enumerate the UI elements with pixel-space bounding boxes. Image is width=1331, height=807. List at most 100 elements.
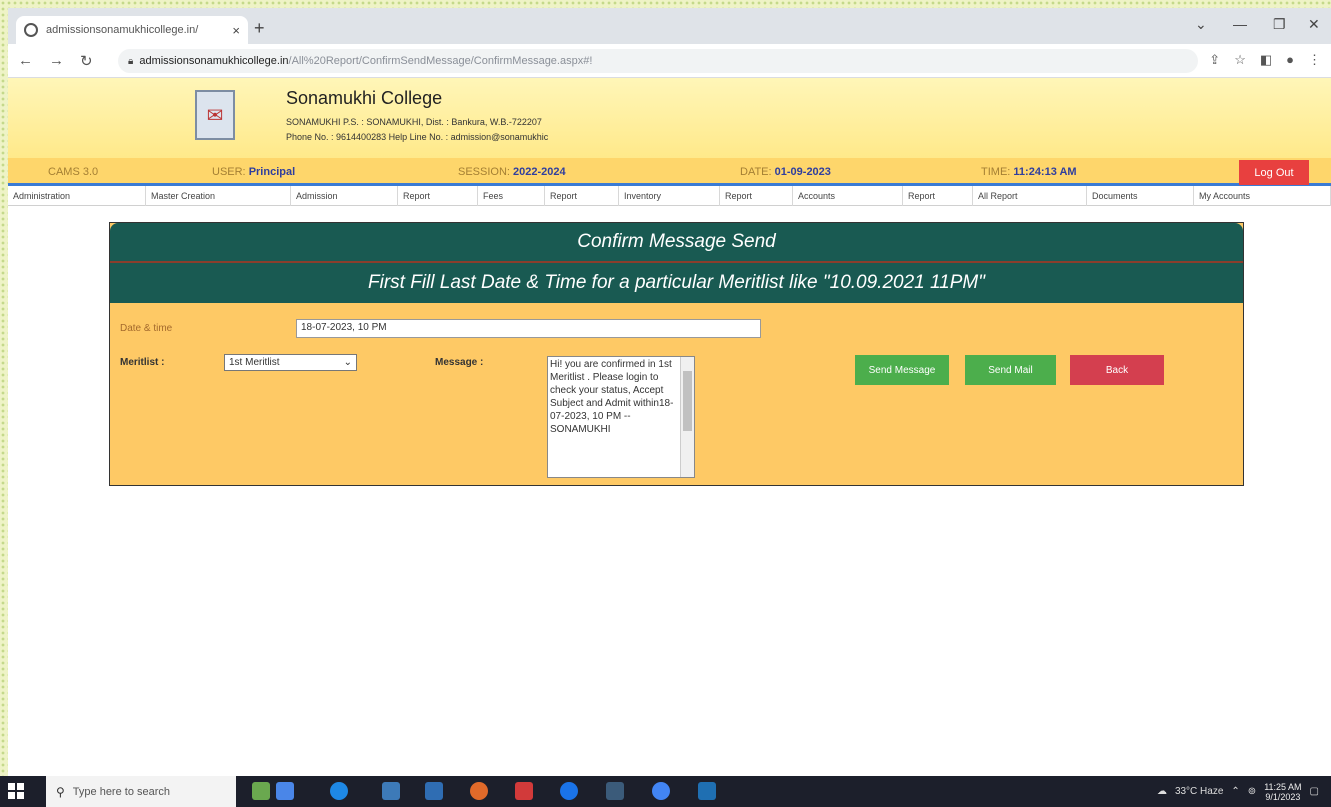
session-label: SESSION: <box>458 166 510 178</box>
date-label: DATE: <box>740 166 772 178</box>
lock-icon: 🔒︎ <box>128 55 134 67</box>
forward-arrow-icon[interactable]: → <box>49 52 64 69</box>
menu-item-admission[interactable]: Admission <box>291 186 398 206</box>
time-value: 11:24:13 AM <box>1013 166 1077 178</box>
menu-item-accounts[interactable]: Accounts <box>793 186 903 206</box>
share-icon[interactable]: ⇪ <box>1209 52 1220 68</box>
tab-search-chevron-icon[interactable]: ⌄ <box>1195 16 1207 33</box>
main-menu: Administration Master Creation Admission Re… <box>8 186 1331 206</box>
task-view-icon[interactable] <box>276 782 294 800</box>
info-bar: CAMS 3.0 USER: Principal SESSION: 2022-2… <box>8 158 1331 186</box>
date-value: 01-09-2023 <box>774 166 831 178</box>
edge-icon[interactable] <box>330 782 348 800</box>
chrome-favicon-icon <box>24 23 38 37</box>
panel-subtitle: First Fill Last Date & Time for a partic… <box>110 263 1243 303</box>
url-host: admissionsonamukhicollege.in <box>139 55 289 67</box>
clock-date: 9/1/2023 <box>1265 791 1301 802</box>
weather-icon: ☁ <box>1156 786 1167 797</box>
message-textarea[interactable]: Hi! you are confirmed in 1st Meritlist .… <box>547 356 695 478</box>
chrome-icon[interactable] <box>560 782 578 800</box>
network-icon[interactable]: ⊚ <box>1248 786 1256 797</box>
clock-time: 11:25 AM <box>1264 781 1302 792</box>
meritlist-select[interactable]: 1st Meritlist ⌄ <box>224 354 357 371</box>
address-bar[interactable]: 🔒︎ admissionsonamukhicollege.in /All%20R… <box>118 49 1198 73</box>
menu-item-inventory[interactable]: Inventory <box>619 186 720 206</box>
send-message-button[interactable]: Send Message <box>855 355 949 385</box>
college-logo: ✉ <box>195 90 235 140</box>
menu-item-report[interactable]: Report <box>903 186 973 206</box>
time-label: TIME: <box>981 166 1011 178</box>
mail-icon[interactable] <box>425 782 443 800</box>
widgets-icon[interactable] <box>252 782 270 800</box>
college-phone: Phone No. : 9614400283 Help Line No. : a… <box>286 132 549 142</box>
back-button[interactable]: Back <box>1070 355 1164 385</box>
browser-toolbar: ← → ↻ 🔒︎ admissionsonamukhicollege.in /A… <box>8 44 1331 78</box>
date-info: DATE: 01-09-2023 <box>740 166 831 178</box>
user-info: USER: Principal <box>212 166 295 178</box>
user-value: Principal <box>248 166 296 178</box>
close-window-icon[interactable]: ✕ <box>1308 16 1320 33</box>
menu-item-report[interactable]: Report <box>398 186 478 206</box>
message-text: Hi! you are confirmed in 1st Meritlist .… <box>550 359 674 435</box>
college-name: Sonamukhi College <box>286 88 443 108</box>
menu-item-administration[interactable]: Administration <box>8 186 146 206</box>
store-icon[interactable] <box>606 782 624 800</box>
menu-item-all-report[interactable]: All Report <box>973 186 1087 206</box>
browser-tab[interactable]: admissionsonamukhicollege.in/ × <box>16 16 248 44</box>
file-explorer-icon[interactable] <box>382 782 400 800</box>
menu-item-master-creation[interactable]: Master Creation <box>146 186 291 206</box>
tab-strip: admissionsonamukhicollege.in/ × + ⌄ — ❐ … <box>8 8 1331 44</box>
tab-close-icon[interactable]: × <box>232 23 240 38</box>
chrome-active-icon[interactable] <box>652 782 670 800</box>
taskbar-search[interactable]: ⚲ Type here to search <box>46 776 236 807</box>
college-header: ✉ Sonamukhi College SONAMUKHI P.S. : SON… <box>8 78 1331 158</box>
message-scrollbar[interactable] <box>680 357 694 477</box>
more-menu-icon[interactable]: ⋮ <box>1308 52 1321 68</box>
menu-item-report[interactable]: Report <box>720 186 793 206</box>
sidepanel-icon[interactable]: ◧ <box>1260 52 1272 68</box>
clock[interactable]: 11:25 AM 9/1/2023 <box>1264 782 1301 802</box>
weather-text[interactable]: 33°C Haze <box>1175 786 1223 797</box>
logout-button[interactable]: Log Out <box>1239 160 1309 185</box>
time-info: TIME: 11:24:13 AM <box>981 166 1077 178</box>
back-arrow-icon[interactable]: ← <box>18 52 33 69</box>
profile-icon[interactable]: ● <box>1286 52 1294 68</box>
datetime-label: Date & time <box>120 323 173 334</box>
notification-icon[interactable]: ▢ <box>1310 786 1319 797</box>
menu-item-fees[interactable]: Fees <box>478 186 545 206</box>
windows-start-icon[interactable] <box>8 783 24 799</box>
url-path: /All%20Report/ConfirmSendMessage/Confirm… <box>288 55 593 67</box>
browser-window: admissionsonamukhicollege.in/ × + ⌄ — ❐ … <box>8 8 1331 776</box>
menu-item-report[interactable]: Report <box>545 186 619 206</box>
search-icon: ⚲ <box>56 784 65 799</box>
college-address: SONAMUKHI P.S. : SONAMUKHI, Dist. : Bank… <box>286 117 542 127</box>
message-label: Message : <box>435 357 484 368</box>
word-icon[interactable] <box>698 782 716 800</box>
restore-icon[interactable]: ❐ <box>1273 16 1286 33</box>
reload-icon[interactable]: ↻ <box>80 52 93 70</box>
menu-item-my-accounts[interactable]: My Accounts <box>1194 186 1331 206</box>
cams-version: CAMS 3.0 <box>48 166 99 178</box>
minimize-icon[interactable]: — <box>1233 16 1247 32</box>
new-tab-icon[interactable]: + <box>254 18 265 39</box>
confirm-message-panel: Confirm Message Send First Fill Last Dat… <box>109 222 1244 486</box>
datetime-input[interactable]: 18-07-2023, 10 PM <box>296 319 761 338</box>
send-mail-button[interactable]: Send Mail <box>965 355 1056 385</box>
meritlist-label: Meritlist : <box>120 357 165 368</box>
windows-taskbar: ⚲ Type here to search ☁ 33°C Haze ⌃ ⊚ 11… <box>0 776 1331 807</box>
bookmark-star-icon[interactable]: ☆ <box>1234 52 1246 68</box>
system-tray: ☁ 33°C Haze ⌃ ⊚ 11:25 AM 9/1/2023 ▢ <box>1157 776 1319 807</box>
app-icon[interactable] <box>515 782 533 800</box>
user-label: USER: <box>212 166 246 178</box>
meritlist-selected-value: 1st Meritlist <box>229 357 280 368</box>
tab-title: admissionsonamukhicollege.in/ <box>46 24 199 36</box>
tray-chevron-icon[interactable]: ⌃ <box>1231 786 1239 797</box>
session-value: 2022-2024 <box>513 166 566 178</box>
menu-item-documents[interactable]: Documents <box>1087 186 1194 206</box>
firefox-icon[interactable] <box>470 782 488 800</box>
chevron-down-icon: ⌄ <box>343 357 352 368</box>
search-placeholder: Type here to search <box>72 785 171 798</box>
panel-title: Confirm Message Send <box>110 223 1243 263</box>
session-info: SESSION: 2022-2024 <box>458 166 566 178</box>
toolbar-icons: ⇪ ☆ ◧ ● ⋮ <box>1209 52 1321 68</box>
